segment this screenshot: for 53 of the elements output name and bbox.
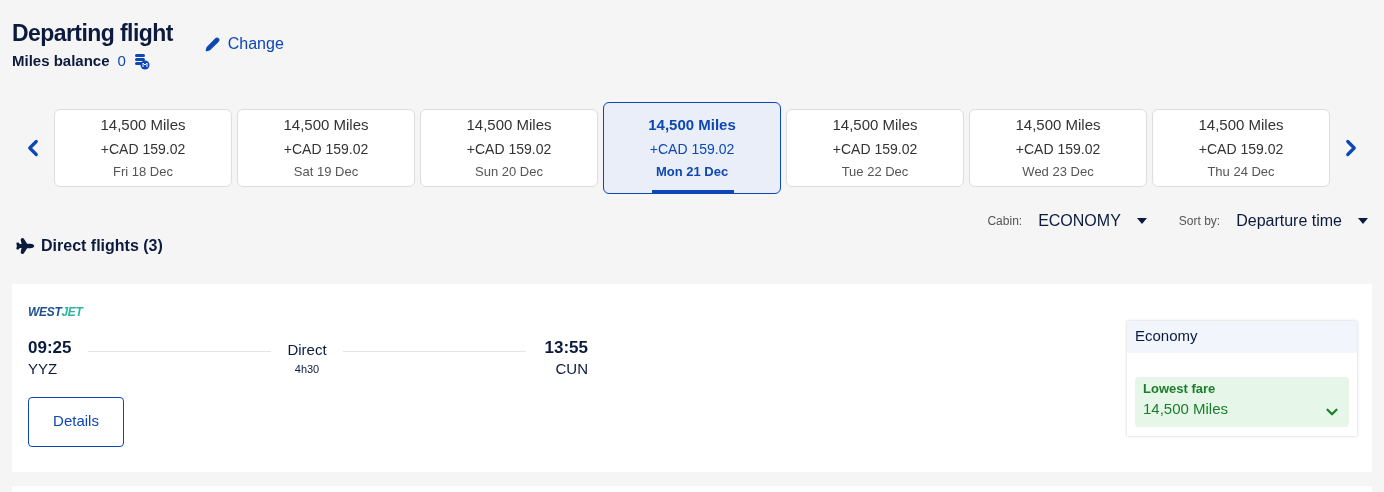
cash-price: +CAD 159.02 <box>1015 140 1101 159</box>
filter-dropdown[interactable]: Departure time <box>1236 208 1368 233</box>
date-label: Tue 22 Dec <box>841 163 909 181</box>
date-tab[interactable]: 14,500 Miles +CAD 159.02 Fri 18 Dec <box>54 108 232 187</box>
filter-dropdown[interactable]: ECONOMY <box>1038 208 1147 233</box>
arrival-time: 13:55 <box>544 336 588 359</box>
page-title: Departing flight <box>12 19 173 48</box>
date-tab[interactable]: 14,500 Miles +CAD 159.02 Thu 24 Dec <box>1152 108 1330 187</box>
miles-price: 14,500 Miles <box>648 114 736 135</box>
lowest-fare-option[interactable]: Lowest fare 14,500 Miles <box>1135 376 1349 427</box>
date-label: Wed 23 Dec <box>1022 163 1094 181</box>
change-link[interactable]: Change <box>204 32 284 56</box>
arrival-airport: CUN <box>555 358 588 379</box>
caret-icon <box>1358 217 1368 224</box>
caret-icon <box>1136 217 1147 224</box>
cash-price: +CAD 159.02 <box>466 140 552 159</box>
miles-balance-value: 0 <box>117 51 126 71</box>
cash-price: +CAD 159.02 <box>283 140 369 159</box>
fare-label: Lowest fare <box>1143 379 1217 398</box>
date-tab[interactable]: 14,500 Miles +CAD 159.02 Tue 22 Dec <box>786 108 964 187</box>
date-tab[interactable]: 14,500 Miles +CAD 159.02 Mon 21 Dec <box>603 101 781 194</box>
miles-price: 14,500 Miles <box>100 114 186 135</box>
cash-price: +CAD 159.02 <box>832 140 918 159</box>
date-label: Thu 24 Dec <box>1207 163 1275 181</box>
miles-price: 14,500 Miles <box>283 114 369 135</box>
coins-icon <box>133 52 150 70</box>
filter-label: Sort by: <box>1178 212 1221 230</box>
date-tab[interactable]: 14,500 Miles +CAD 159.02 Sun 20 Dec <box>420 108 598 187</box>
section-title: Direct flights (3) <box>41 235 163 256</box>
cash-price: +CAD 159.02 <box>649 140 735 159</box>
airline-logo: WESTJET <box>28 303 85 320</box>
date-label: Fri 18 Dec <box>113 163 173 181</box>
miles-price: 14,500 Miles <box>466 114 552 135</box>
date-label: Sun 20 Dec <box>475 163 543 181</box>
fare-miles: 14,500 Miles <box>1143 399 1229 419</box>
cash-price: +CAD 159.02 <box>100 140 186 159</box>
miles-price: 14,500 Miles <box>832 114 918 135</box>
miles-price: 14,500 Miles <box>1198 114 1284 135</box>
details-button[interactable]: Details <box>28 396 124 447</box>
flight-duration: 4h30 <box>294 361 320 377</box>
cash-price: +CAD 159.02 <box>1198 140 1284 159</box>
departure-airport: YYZ <box>28 358 59 379</box>
departure-time: 09:25 <box>28 336 73 359</box>
filter-label: Cabin: <box>987 212 1023 230</box>
date-label: Mon 21 Dec <box>655 163 729 181</box>
cabin-name: Economy <box>1127 320 1357 353</box>
pencil-icon <box>204 36 220 52</box>
miles-balance-label: Miles balance <box>12 51 110 71</box>
date-tab[interactable]: 14,500 Miles +CAD 159.02 Sat 19 Dec <box>237 108 415 187</box>
date-tab[interactable]: 14,500 Miles +CAD 159.02 Wed 23 Dec <box>969 108 1147 187</box>
miles-price: 14,500 Miles <box>1015 114 1101 135</box>
stops-label: Direct <box>287 339 327 360</box>
date-label: Sat 19 Dec <box>293 163 359 181</box>
